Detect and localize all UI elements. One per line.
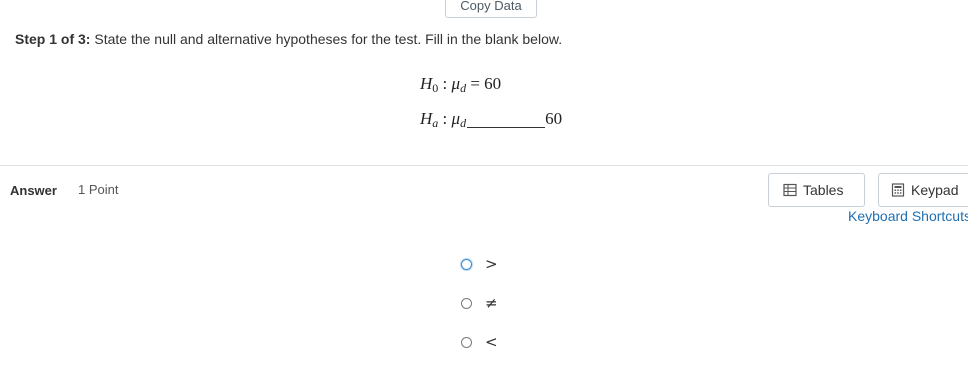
h0-symbol: H <box>420 74 433 93</box>
ha-value: 60 <box>545 109 563 128</box>
h0-param: μ <box>451 74 461 93</box>
h0-colon: : <box>438 74 452 93</box>
ha-symbol: H <box>420 109 433 128</box>
choice-symbol: < <box>485 333 498 351</box>
ha-param-subscript: d <box>460 116 467 130</box>
h0-value: 60 <box>484 74 502 93</box>
question-page: Copy Data Step 1 of 3: State the null an… <box>0 0 968 369</box>
tables-button[interactable]: Tables <box>768 173 865 207</box>
copy-data-label: Copy Data <box>460 0 522 13</box>
calculator-icon <box>891 183 905 197</box>
keypad-label: Keypad <box>911 182 959 198</box>
keyboard-shortcuts-link[interactable]: Keyboard Shortcuts <box>848 208 968 224</box>
ha-relation-blank[interactable] <box>467 109 546 128</box>
alternative-hypothesis: Ha : μd 60 <box>420 109 562 129</box>
radio-button[interactable] <box>461 298 472 309</box>
table-icon <box>783 183 797 197</box>
ha-param: μ <box>451 109 461 128</box>
tables-label: Tables <box>803 182 844 198</box>
choice-symbol: > <box>485 255 498 273</box>
radio-button[interactable] <box>461 259 472 270</box>
step-instruction: Step 1 of 3: State the null and alternat… <box>15 31 562 47</box>
points-label: 1 Point <box>78 182 119 197</box>
section-divider <box>0 165 968 166</box>
copy-data-button[interactable]: Copy Data <box>445 0 537 18</box>
null-hypothesis: H0 : μd = 60 <box>420 74 501 94</box>
h0-relation: = <box>466 74 485 93</box>
choice-symbol: ≠ <box>485 294 498 312</box>
radio-button[interactable] <box>461 337 472 348</box>
answer-label: Answer <box>10 183 57 198</box>
ha-colon: : <box>438 109 452 128</box>
step-text: State the null and alternative hypothese… <box>94 31 563 47</box>
step-label: Step 1 of 3: <box>15 31 91 47</box>
keypad-button[interactable]: Keypad <box>878 173 968 207</box>
